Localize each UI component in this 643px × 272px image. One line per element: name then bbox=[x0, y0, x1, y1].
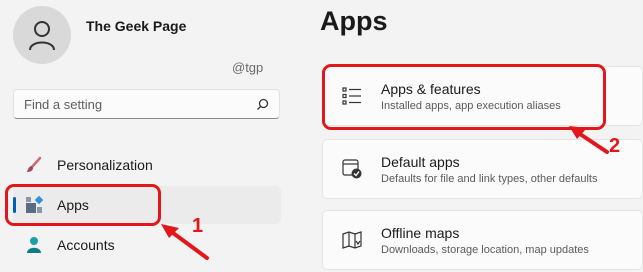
map-icon bbox=[341, 229, 363, 251]
card-title: Default apps bbox=[381, 153, 460, 170]
sidebar-item-label: Personalization bbox=[57, 157, 153, 173]
paintbrush-icon bbox=[25, 156, 43, 174]
card-title: Offline maps bbox=[381, 224, 460, 241]
main-content: Apps Apps & features Installed apps, app… bbox=[300, 0, 643, 272]
sidebar-item-personalization[interactable]: Personalization bbox=[13, 146, 281, 184]
sidebar-item-label: Accounts bbox=[57, 237, 115, 253]
sidebar-item-apps[interactable]: Apps bbox=[13, 186, 281, 224]
person-icon bbox=[25, 236, 43, 254]
sidebar-item-label: Apps bbox=[57, 197, 89, 213]
default-apps-card[interactable]: Default apps Defaults for file and link … bbox=[322, 139, 643, 199]
annotation-step-2: 2 bbox=[609, 135, 621, 157]
search-box[interactable] bbox=[13, 89, 280, 119]
apps-features-card[interactable]: Apps & features Installed apps, app exec… bbox=[322, 66, 643, 126]
card-subtitle: Defaults for file and link types, other … bbox=[381, 172, 598, 185]
search-input[interactable] bbox=[24, 96, 255, 112]
search-icon[interactable] bbox=[255, 97, 269, 111]
selected-indicator bbox=[13, 197, 16, 213]
watermark-text: @tgp bbox=[232, 60, 264, 75]
sidebar-item-accounts[interactable]: Accounts bbox=[13, 226, 281, 264]
user-avatar-icon bbox=[29, 21, 55, 51]
card-subtitle: Downloads, storage location, map updates bbox=[381, 243, 589, 256]
offline-maps-card[interactable]: Offline maps Downloads, storage location… bbox=[322, 210, 643, 270]
sidebar: The Geek Page @tgp Personalization bbox=[0, 0, 300, 272]
avatar[interactable] bbox=[13, 6, 71, 64]
card-subtitle: Installed apps, app execution aliases bbox=[381, 99, 561, 112]
annotation-step-1: 1 bbox=[192, 215, 204, 237]
profile-name: The Geek Page bbox=[86, 18, 187, 34]
default-app-icon bbox=[341, 158, 363, 180]
list-icon bbox=[341, 85, 363, 107]
card-title: Apps & features bbox=[381, 80, 481, 97]
apps-icon bbox=[25, 196, 43, 214]
page-title: Apps bbox=[320, 6, 388, 36]
